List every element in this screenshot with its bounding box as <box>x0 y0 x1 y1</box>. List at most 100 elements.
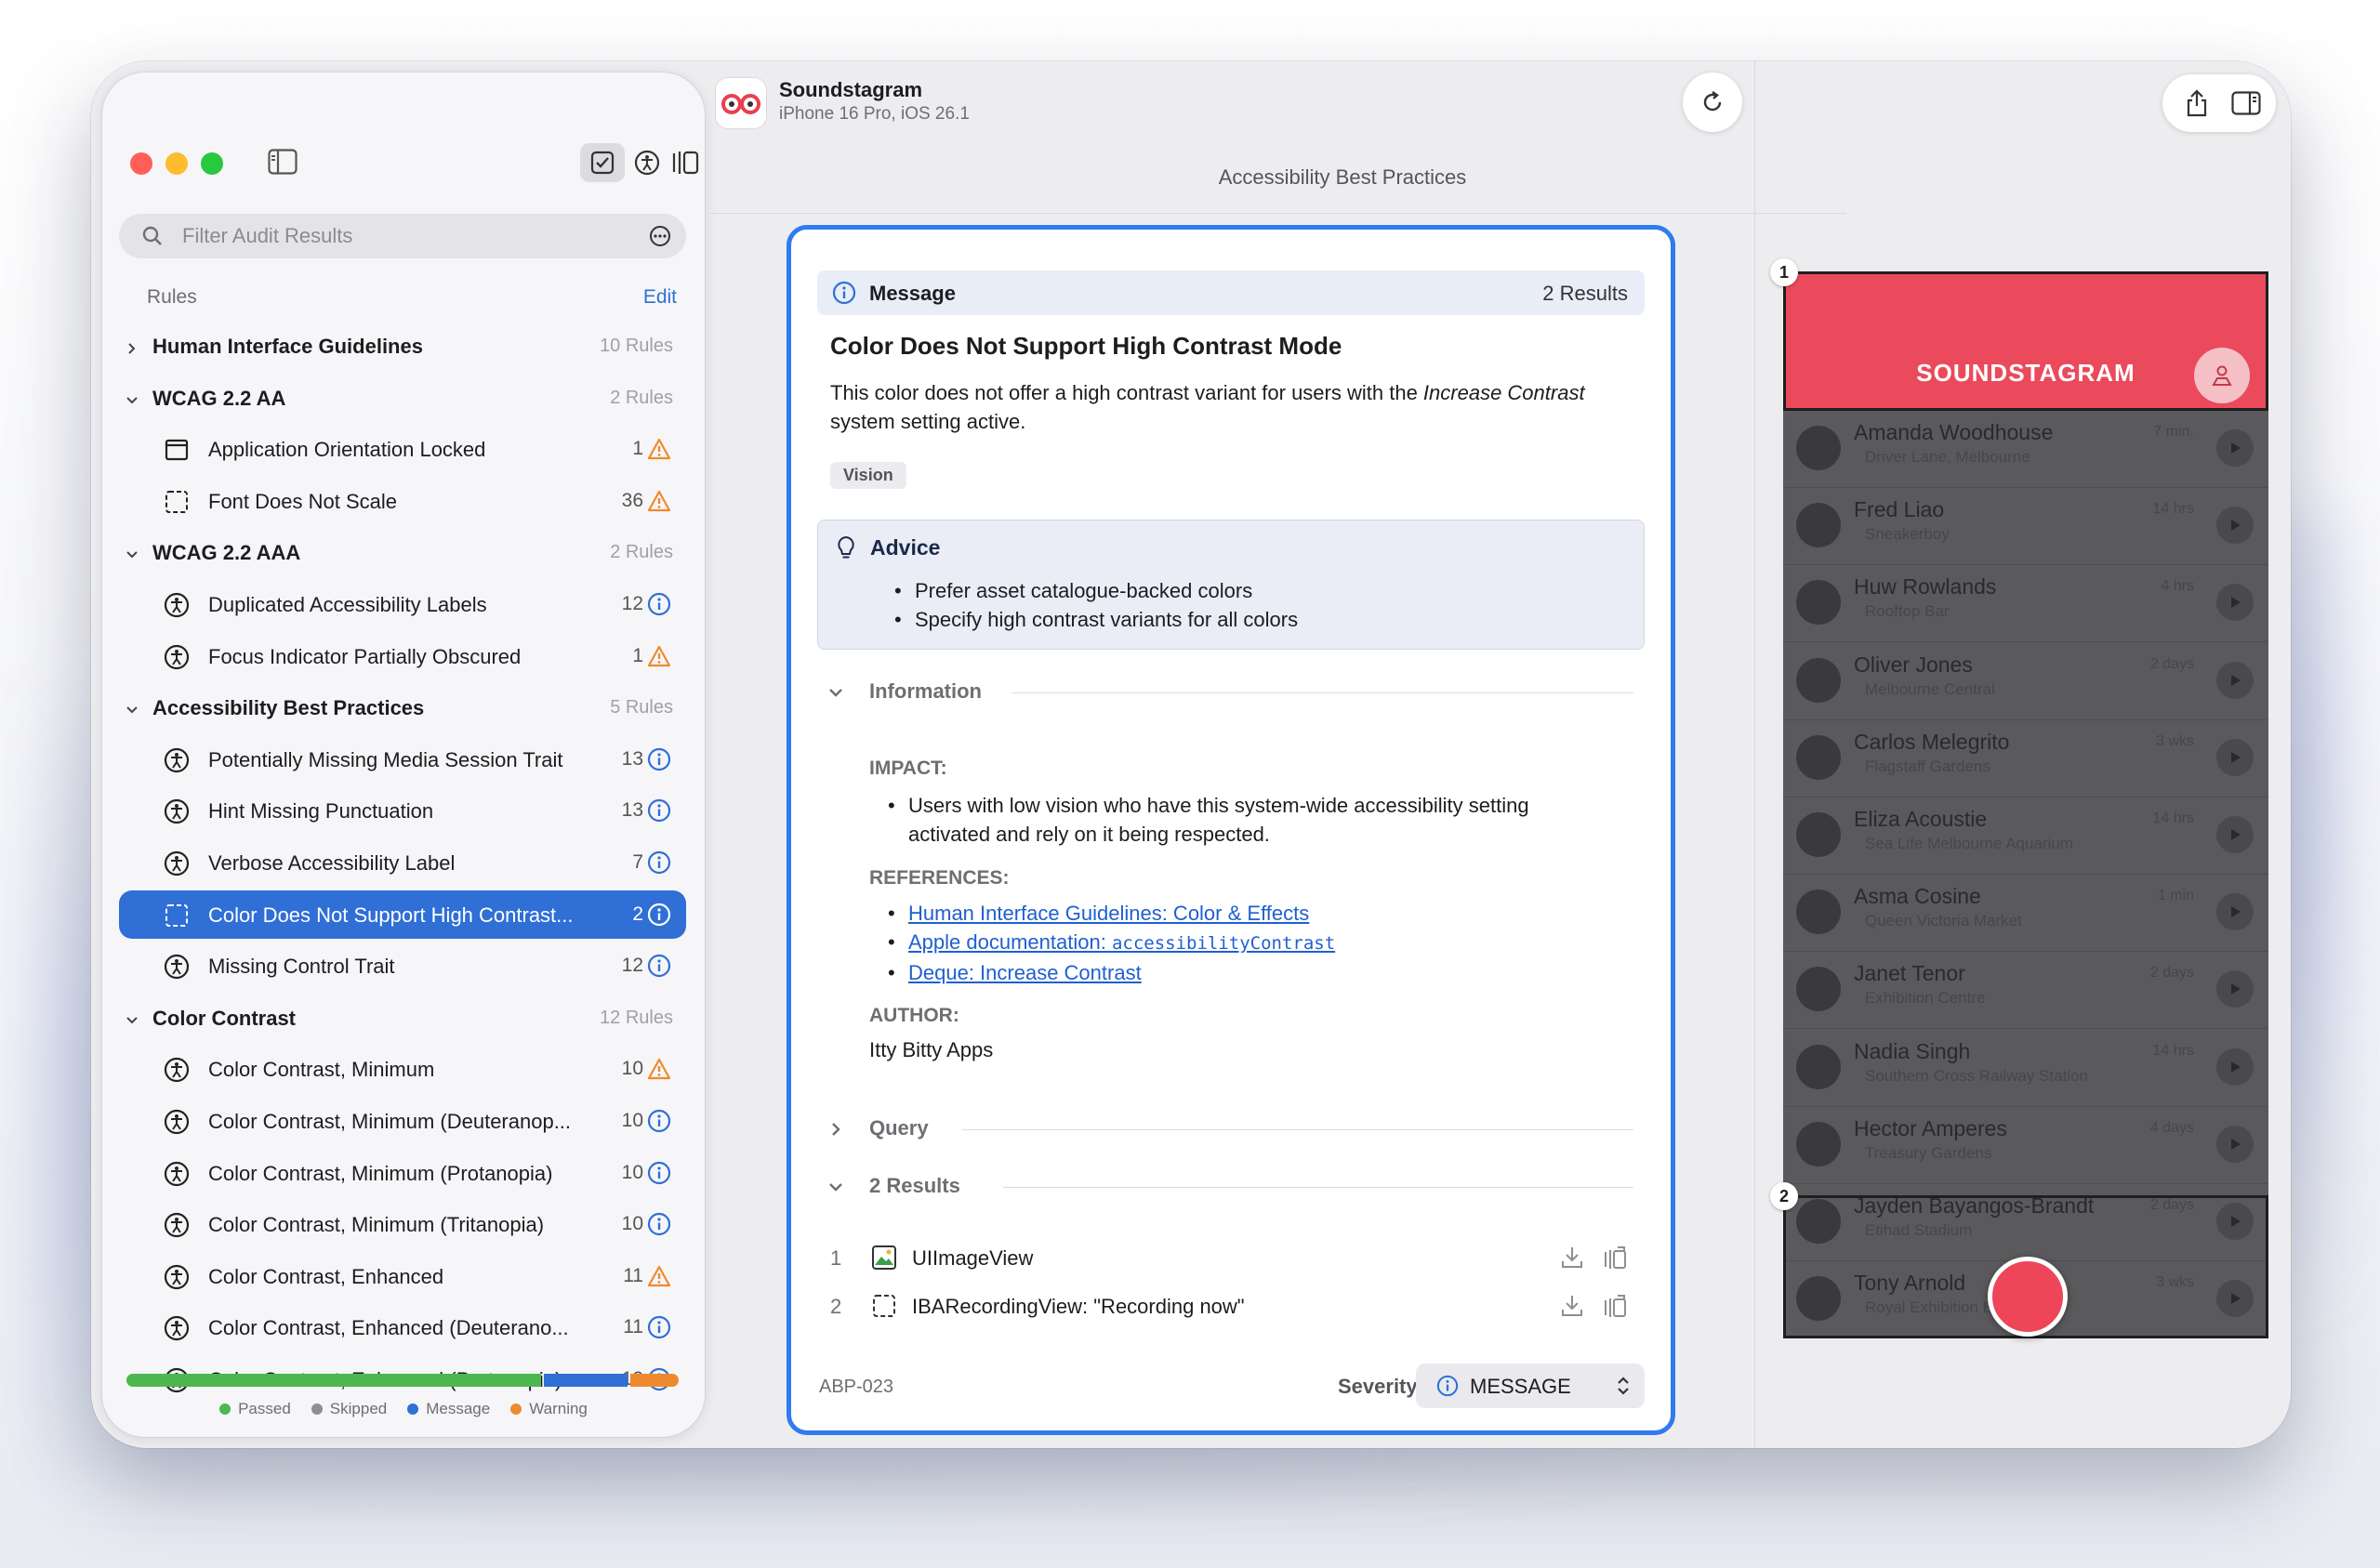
accessibility-toolbar-icon[interactable] <box>625 143 669 182</box>
message-bar: Message 2 Results <box>817 270 1645 315</box>
inspect-element-icon[interactable] <box>1602 1245 1628 1276</box>
rule-item[interactable]: Application Orientation Locked 1 <box>119 425 686 473</box>
refresh-icon <box>1703 91 1722 112</box>
inspect-element-icon[interactable] <box>1602 1293 1628 1324</box>
profile-icon[interactable] <box>2194 348 2250 403</box>
preview-toolbar <box>2162 74 2276 132</box>
hig-reference-link[interactable]: Human Interface Guidelines: Color & Effe… <box>908 902 1309 925</box>
rule-item[interactable]: Color Does Not Support High Contrast... 2 <box>119 889 686 939</box>
play-icon[interactable] <box>2216 429 2254 467</box>
rule-label: Color Contrast, Minimum (Deuteranop... <box>208 1110 572 1133</box>
rule-item[interactable]: Missing Control Trait 12 <box>119 942 686 990</box>
information-section-toggle[interactable]: Information <box>817 674 1645 711</box>
rule-item[interactable]: Color Contrast, Minimum (Deuteranop... 10 <box>119 1097 686 1145</box>
play-icon[interactable] <box>2216 1203 2254 1240</box>
feed-row[interactable]: Janet Tenor Exhibition Centre 2 days <box>1783 952 2268 1030</box>
rule-item[interactable]: Verbose Accessibility Label 7 <box>119 838 686 887</box>
rule-count: 11 <box>623 1264 643 1286</box>
rule-item[interactable]: Color Contrast, Enhanced 11 <box>119 1252 686 1300</box>
play-icon[interactable] <box>2216 816 2254 853</box>
accessibility-icon <box>164 1161 190 1187</box>
group-title: Color Contrast <box>152 1006 296 1030</box>
rule-item[interactable]: Color Contrast, Enhanced (Deuterano... 11 <box>119 1303 686 1351</box>
avatar <box>1796 1199 1841 1244</box>
feed-row[interactable]: Carlos Melegrito Flagstaff Gardens 3 wks <box>1783 720 2268 797</box>
filter-audit-input[interactable] <box>182 214 628 258</box>
download-icon[interactable] <box>1559 1293 1585 1324</box>
app-window: Rules Edit Human Interface Guidelines 10 … <box>91 61 2291 1448</box>
filter-search-bar[interactable] <box>119 214 686 258</box>
play-icon[interactable] <box>2216 1048 2254 1086</box>
rule-group-header[interactable]: Color Contrast 12 Rules <box>119 994 686 1042</box>
severity-select[interactable]: MESSAGE <box>1416 1364 1645 1408</box>
rule-item[interactable]: Color Contrast, Minimum 10 <box>119 1045 686 1093</box>
feed-row[interactable]: Oliver Jones Melbourne Central 2 days <box>1783 643 2268 720</box>
result-row[interactable]: 2 IBARecordingView: "Recording now" <box>817 1284 1645 1328</box>
play-icon[interactable] <box>2216 1125 2254 1163</box>
feed-row[interactable]: Eliza Acoustie Sea Life Melbourne Aquariu… <box>1783 797 2268 875</box>
zoom-window-button[interactable] <box>201 152 223 175</box>
audit-checklist-icon[interactable] <box>580 143 625 182</box>
deque-reference-link[interactable]: Deque: Increase Contrast <box>908 961 1142 984</box>
play-icon[interactable] <box>2216 893 2254 931</box>
feed-row[interactable]: Amanda Woodhouse Driver Lane, Melbourne 7 … <box>1783 411 2268 488</box>
time-label: 4 hrs <box>2161 578 2194 595</box>
close-window-button[interactable] <box>130 152 152 175</box>
rule-item[interactable]: Focus Indicator Partially Obscured 1 <box>119 632 686 680</box>
edit-button[interactable]: Edit <box>643 286 677 309</box>
rule-item[interactable]: Font Does Not Scale 36 <box>119 477 686 525</box>
play-icon[interactable] <box>2216 507 2254 545</box>
rule-item[interactable]: Potentially Missing Media Session Trait 1… <box>119 735 686 784</box>
severity-label: Severity <box>1338 1375 1418 1398</box>
sidebar-toggle-icon[interactable] <box>268 149 298 175</box>
location-label: Southern Cross Railway Station <box>1865 1066 2089 1085</box>
play-icon[interactable] <box>2216 1280 2254 1318</box>
rules-header: Rules <box>147 286 197 308</box>
user-name: Asma Cosine <box>1854 884 1981 909</box>
accessibility-icon <box>164 850 190 876</box>
rule-group-header[interactable]: Accessibility Best Practices 5 Rules <box>119 683 686 731</box>
group-rule-count: 12 Rules <box>600 1007 673 1028</box>
play-icon[interactable] <box>2216 661 2254 699</box>
result-row[interactable]: 1 UIImageView <box>817 1235 1645 1280</box>
rule-count: 12 <box>621 593 643 614</box>
results-section-toggle[interactable]: 2 Results <box>817 1168 1645 1206</box>
chevron-down-icon <box>125 544 139 559</box>
feed-row[interactable]: Jayden Bayangos-Brandt Etihad Stadium 2 da… <box>1783 1184 2268 1261</box>
rule-group-header[interactable]: Human Interface Guidelines 10 Rules <box>119 322 686 370</box>
play-icon[interactable] <box>2216 970 2254 1008</box>
apple-docs-reference-link[interactable]: Apple documentation: accessibilityContra… <box>908 930 1335 954</box>
rule-item[interactable]: Hint Missing Punctuation 13 <box>119 786 686 835</box>
warning-icon <box>647 437 671 461</box>
location-label: Sneakerboy <box>1865 525 1950 544</box>
share-icon[interactable] <box>2185 89 2209 122</box>
play-icon[interactable] <box>2216 584 2254 622</box>
feed-row[interactable]: Asma Cosine Queen Victoria Market 1 min <box>1783 875 2268 953</box>
query-section-toggle[interactable]: Query <box>817 1111 1645 1148</box>
rule-item[interactable]: Duplicated Accessibility Labels 12 <box>119 580 686 628</box>
feed-row[interactable]: Huw Rowlands Rooftop Bar 4 hrs <box>1783 565 2268 643</box>
accessibility-icon <box>164 592 190 618</box>
inspector-toggle-icon[interactable] <box>2231 91 2261 120</box>
group-title: Human Interface Guidelines <box>152 335 423 358</box>
rule-label: Font Does Not Scale <box>208 489 397 513</box>
chevron-down-icon <box>826 683 845 706</box>
feed-row[interactable]: Fred Liao Sneakerboy 14 hrs <box>1783 488 2268 566</box>
location-label: Etihad Stadium <box>1865 1221 1973 1239</box>
play-icon[interactable] <box>2216 738 2254 776</box>
more-options-icon[interactable] <box>649 225 671 252</box>
rule-group-header[interactable]: WCAG 2.2 AA 2 Rules <box>119 374 686 422</box>
minimize-window-button[interactable] <box>165 152 188 175</box>
impact-text: Users with low vision who have this syst… <box>888 791 1615 849</box>
refresh-button[interactable] <box>1683 72 1742 132</box>
rule-group-header[interactable]: WCAG 2.2 AAA 2 Rules <box>119 528 686 576</box>
inspector-panel-icon[interactable] <box>669 143 701 182</box>
feed-row[interactable]: Hector Amperes Treasury Gardens 4 days <box>1783 1107 2268 1184</box>
record-button[interactable] <box>1988 1257 2068 1337</box>
download-icon[interactable] <box>1559 1245 1585 1276</box>
rule-item[interactable]: Color Contrast, Minimum (Protanopia) 10 <box>119 1149 686 1197</box>
rule-item[interactable]: Color Contrast, Minimum (Tritanopia) 10 <box>119 1200 686 1248</box>
feed-row[interactable]: Nadia Singh Southern Cross Railway Statio… <box>1783 1030 2268 1107</box>
app-header: SOUNDSTAGRAM <box>1783 271 2268 411</box>
impact-label: IMPACT: <box>869 758 947 779</box>
